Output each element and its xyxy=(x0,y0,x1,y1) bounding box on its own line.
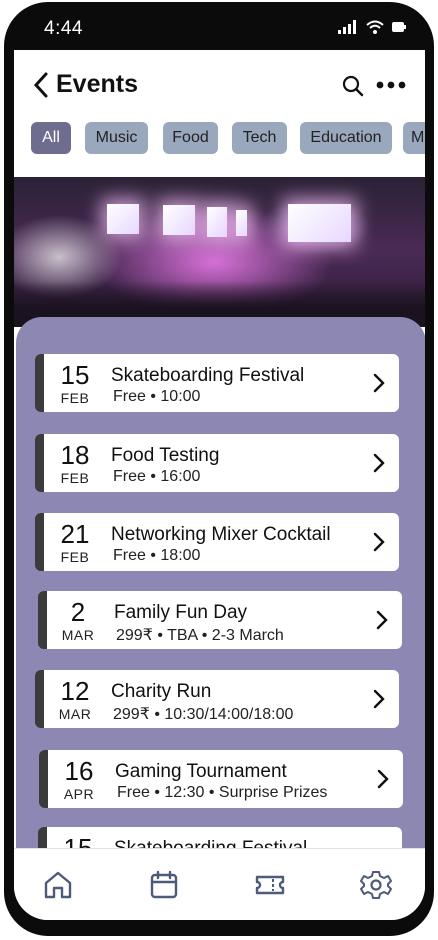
stage-screen xyxy=(207,207,227,237)
battery-icon xyxy=(392,22,406,32)
chevron-right-icon xyxy=(373,689,385,709)
status-time: 4:44 xyxy=(44,18,83,39)
top-bar: Events xyxy=(14,50,425,120)
chip-education[interactable]: Education xyxy=(300,122,392,154)
chip-music[interactable]: Music xyxy=(85,122,148,154)
event-day: 2 xyxy=(70,597,86,627)
chevron-right-icon xyxy=(373,373,385,393)
chevron-right-icon xyxy=(373,532,385,552)
stage-screen xyxy=(236,210,247,236)
chevron-left-icon[interactable] xyxy=(32,71,52,99)
stage-screen xyxy=(163,205,195,235)
event-month: FEB xyxy=(60,549,90,565)
event-meta: 299₹ • TBA • 2-3 March xyxy=(116,627,284,644)
event-month: FEB xyxy=(60,470,90,486)
event-card[interactable]: 12 MAR Charity Run 299₹ • 10:30/14:00/18… xyxy=(35,670,399,728)
event-meta: Free • 16:00 xyxy=(113,468,201,485)
status-icons xyxy=(338,20,406,34)
event-card[interactable]: 21 FEB Networking Mixer Cocktail Free • … xyxy=(35,513,399,571)
event-day: 21 xyxy=(60,519,90,549)
event-card[interactable]: 2 MAR Family Fun Day 299₹ • TBA • 2-3 Ma… xyxy=(38,591,402,649)
event-day: 16 xyxy=(64,756,94,786)
event-meta: Free • 18:00 xyxy=(113,547,201,564)
chip-tech[interactable]: Tech xyxy=(232,122,287,154)
chevron-right-icon xyxy=(376,610,388,630)
signal-icon xyxy=(338,20,356,34)
event-meta: Free • 10:00 xyxy=(113,388,201,405)
event-name: Food Testing xyxy=(111,445,220,466)
event-name: Family Fun Day xyxy=(114,602,248,623)
event-name: Networking Mixer Cocktail xyxy=(111,524,331,545)
more-horizontal-icon[interactable] xyxy=(376,76,406,94)
ticket-icon[interactable] xyxy=(254,869,286,901)
gear-icon[interactable] xyxy=(360,869,392,901)
event-meta: Free • 12:30 • Surprise Prizes xyxy=(117,784,328,801)
event-name: Charity Run xyxy=(111,681,212,702)
event-name: Gaming Tournament xyxy=(115,761,287,782)
bottom-tab-bar xyxy=(14,848,425,920)
event-month: MAR xyxy=(58,706,92,722)
home-icon[interactable] xyxy=(42,869,74,901)
event-day: 18 xyxy=(60,440,90,470)
event-month: APR xyxy=(63,786,95,802)
event-month: FEB xyxy=(60,390,90,406)
chevron-right-icon xyxy=(377,769,389,789)
search-icon[interactable] xyxy=(341,74,365,98)
page-title: Events xyxy=(56,70,138,98)
event-day: 15 xyxy=(60,360,90,390)
event-month: MAR xyxy=(61,627,95,643)
event-name: Skateboarding Festival xyxy=(111,365,305,386)
event-card[interactable]: 18 FEB Food Testing Free • 16:00 xyxy=(35,434,399,492)
event-card[interactable]: 16 APR Gaming Tournament Free • 12:30 • … xyxy=(39,750,403,808)
hero-image xyxy=(14,177,425,327)
stage-screen xyxy=(107,204,139,234)
event-card[interactable]: 15 FEB Skateboarding Festival Free • 10:… xyxy=(35,354,399,412)
calendar-icon[interactable] xyxy=(148,869,180,901)
event-meta: 299₹ • 10:30/14:00/18:00 xyxy=(113,706,294,723)
app-screen: Events All Music Food Tech Education M 1… xyxy=(14,50,425,920)
chip-food[interactable]: Food xyxy=(163,122,218,154)
stage-screen xyxy=(288,204,351,242)
chip-all[interactable]: All xyxy=(31,122,71,154)
wifi-icon xyxy=(366,20,384,34)
chevron-right-icon xyxy=(373,453,385,473)
category-chips: All Music Food Tech Education M xyxy=(14,120,425,170)
chip-more[interactable]: M xyxy=(403,122,425,154)
event-day: 12 xyxy=(60,676,90,706)
status-bar: 4:44 xyxy=(0,0,438,50)
